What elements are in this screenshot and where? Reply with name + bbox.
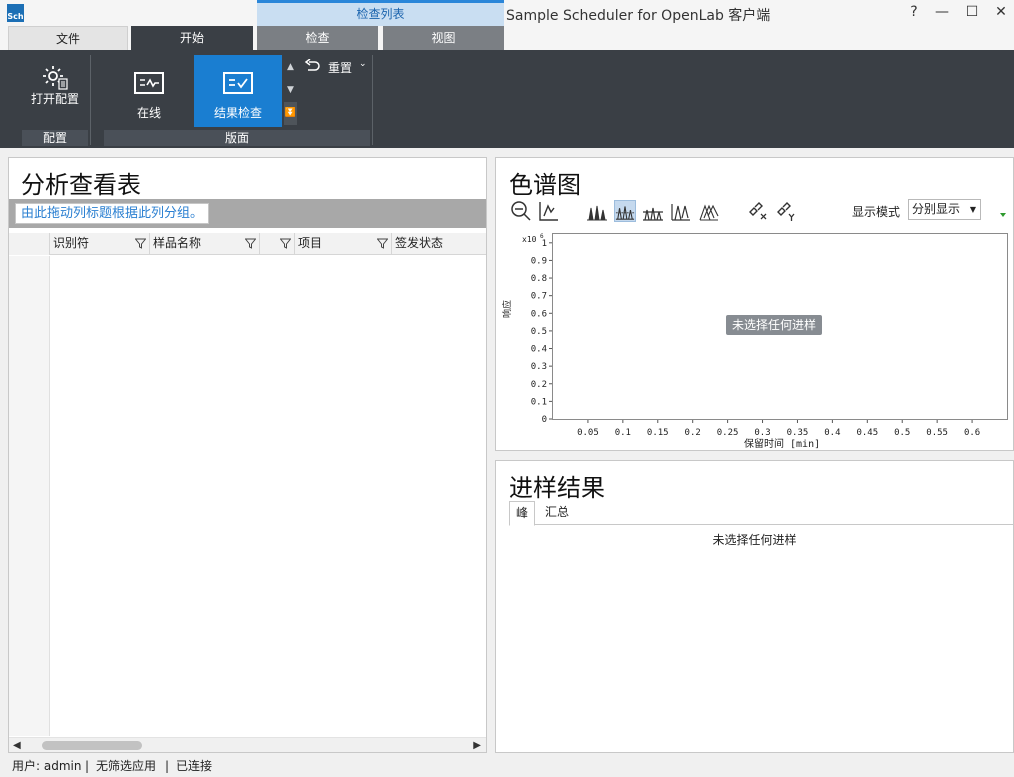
analysis-view-panel: 分析查看表 由此拖动列标题根据此列分组。 识别符 样品名称 项目 签发状态 ◀ …	[8, 157, 487, 753]
grid-header: 识别符 样品名称 项目 签发状态	[9, 233, 486, 255]
ribbon-separator	[372, 55, 373, 145]
column-label: 签发状态	[395, 236, 444, 250]
column-header-sign-status[interactable]: 签发状态	[392, 233, 486, 255]
ribbon-separator	[90, 55, 91, 145]
minimize-button[interactable]: —	[930, 4, 954, 20]
status-bar: 用户: admin | 无筛选应用 | 已连接	[0, 757, 1014, 777]
y-tick-label: 0.8	[531, 274, 547, 284]
x-tick-label: 0.6	[964, 428, 980, 438]
y-tick-label: 0.3	[531, 362, 547, 372]
x-tick-label: 0.05	[577, 428, 599, 438]
y-tick-label: 0	[542, 415, 547, 425]
row-header-corner	[9, 233, 50, 255]
scroll-right-icon[interactable]: ▶	[473, 738, 481, 753]
column-header-sample-name[interactable]: 样品名称	[150, 233, 260, 255]
y-tick-label: 0.4	[531, 345, 547, 355]
tab-check[interactable]: 检查	[257, 26, 378, 50]
ribbon-tab-row: 文件 开始 检查 视图	[0, 26, 1014, 50]
result-check-button[interactable]: 结果检查	[194, 55, 282, 127]
y-tick-label: 0.5	[531, 327, 547, 337]
column-label: 项目	[298, 236, 323, 250]
gallery-up-icon[interactable]: ▲	[284, 56, 297, 79]
result-check-label: 结果检查	[213, 106, 262, 120]
column-label: 样品名称	[153, 236, 202, 250]
column-header-project[interactable]: 项目	[295, 233, 392, 255]
context-group-check-list: 检查列表	[257, 0, 504, 26]
status-separator: |	[165, 759, 170, 773]
y-tick-label: 0.7	[531, 292, 547, 302]
ribbon: 打开配置 在线 结果检查 ▲ ▼ ⏬ 重置 ⌄ 配置 版面	[0, 50, 1014, 148]
y-tick-label: 0.1	[531, 397, 547, 407]
status-user: 用户: admin	[12, 759, 82, 773]
results-empty-message: 未选择任何进样	[712, 533, 797, 547]
undo-icon	[304, 59, 320, 71]
row-header-column	[9, 256, 50, 736]
open-config-button[interactable]: 打开配置	[22, 64, 88, 110]
reset-label: 重置	[328, 61, 353, 75]
status-separator: |	[85, 759, 90, 773]
no-selection-badge: 未选择任何进样	[726, 315, 823, 335]
online-button[interactable]: 在线	[108, 58, 190, 126]
y-axis-label: 响应	[503, 299, 513, 318]
scroll-thumb[interactable]	[42, 741, 142, 750]
column-label: 识别符	[53, 236, 90, 250]
y-tick-label: 0.9	[531, 256, 547, 266]
x-tick-label: 0.55	[926, 428, 948, 438]
check-document-icon	[223, 72, 253, 94]
reset-button[interactable]: 重置 ⌄	[304, 58, 370, 78]
x-tick-label: 0.25	[717, 428, 739, 438]
group-label-config: 配置	[22, 130, 88, 146]
group-hint: 由此拖动列标题根据此列分组。	[15, 203, 210, 224]
y-multiplier-label: x10	[522, 235, 537, 244]
results-tab-strip: 峰 汇总	[509, 501, 1014, 526]
injection-results-panel: 进样结果 峰 汇总 未选择任何进样	[495, 460, 1014, 753]
x-tick-label: 0.45	[856, 428, 878, 438]
status-connection: 已连接	[176, 759, 213, 773]
column-header-identifier[interactable]: 识别符	[50, 233, 150, 255]
tab-view[interactable]: 视图	[383, 26, 504, 50]
x-tick-label: 0.1	[615, 428, 631, 438]
filter-icon[interactable]	[245, 238, 256, 249]
y-tick-label: 1	[542, 239, 547, 249]
window-title: Sample Scheduler for OpenLab 客户端	[506, 8, 771, 24]
panel-title: 进样结果	[509, 474, 605, 502]
maximize-button[interactable]: ☐	[960, 4, 984, 20]
online-label: 在线	[136, 106, 161, 120]
x-tick-label: 0.4	[824, 428, 840, 438]
x-tick-label: 0.5	[894, 428, 910, 438]
tab-home[interactable]: 开始	[131, 26, 253, 50]
x-tick-label: 0.2	[685, 428, 701, 438]
monitor-pulse-icon	[134, 72, 164, 94]
scroll-left-icon[interactable]: ◀	[13, 738, 21, 753]
panel-title: 分析查看表	[21, 171, 141, 199]
tab-file[interactable]: 文件	[8, 26, 128, 50]
help-button[interactable]: ?	[902, 4, 926, 20]
tab-peaks[interactable]: 峰	[509, 501, 536, 526]
layout-gallery-scroll: ▲ ▼ ⏬	[284, 56, 297, 126]
app-logo-text: Sch	[7, 12, 24, 21]
group-by-bar[interactable]: 由此拖动列标题根据此列分组。	[9, 199, 486, 228]
y-tick-label: 0.2	[531, 380, 547, 390]
status-filter: 无筛选应用	[96, 759, 157, 773]
tab-summary[interactable]: 汇总	[539, 501, 575, 525]
filter-icon[interactable]	[280, 238, 291, 249]
y-multiplier-exponent: 6	[540, 233, 544, 240]
chevron-down-icon[interactable]: ⌄	[359, 59, 367, 69]
filter-icon[interactable]	[377, 238, 388, 249]
horizontal-scrollbar[interactable]: ◀ ▶	[9, 737, 486, 752]
group-label-layout: 版面	[104, 130, 370, 146]
close-button[interactable]: ✕	[989, 4, 1013, 20]
app-logo: Sch	[7, 4, 24, 22]
column-header-blank[interactable]	[260, 233, 295, 255]
open-config-label: 打开配置	[30, 92, 79, 106]
filter-icon[interactable]	[135, 238, 146, 249]
title-bar: Sch 检查列表 Sample Scheduler for OpenLab 客户…	[0, 0, 1014, 26]
chromatogram-panel: 色谱图 显示模式 分别显示 ▼ 0.05 0.1 0.15 0.2 0.25 0.3 0.3…	[495, 157, 1014, 451]
y-tick-label: 0.6	[531, 309, 547, 319]
gallery-down-icon[interactable]: ▼	[284, 79, 297, 102]
gallery-expand-icon[interactable]: ⏬	[284, 102, 297, 125]
gear-icon	[43, 66, 68, 90]
x-axis-label: 保留时间 [min]	[744, 439, 821, 450]
x-tick-label: 0.15	[647, 428, 669, 438]
